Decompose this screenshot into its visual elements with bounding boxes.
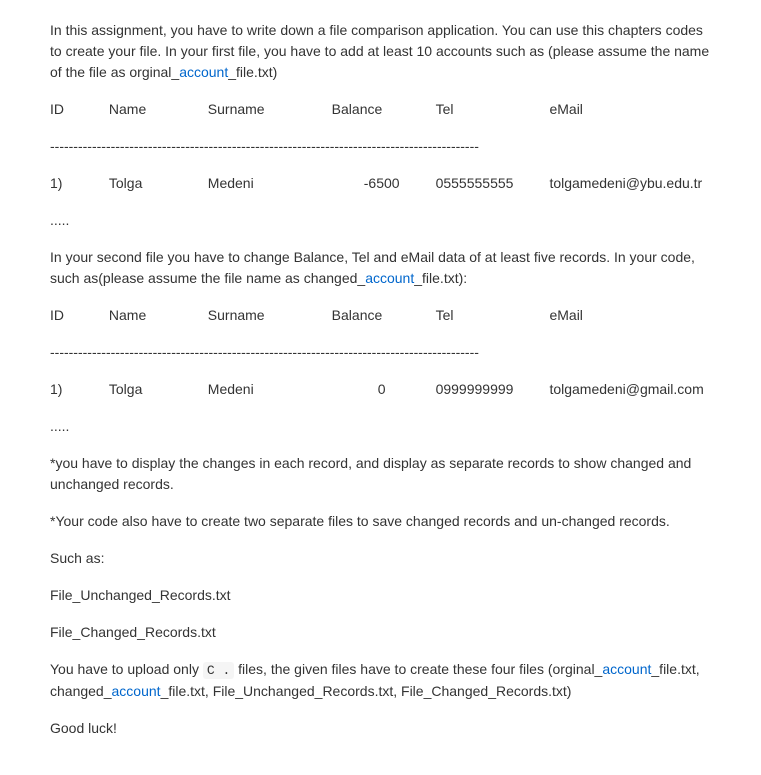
- record1-id: 1): [50, 173, 105, 194]
- divider-1: ----------------------------------------…: [50, 136, 711, 157]
- account-link-3[interactable]: account: [602, 661, 651, 677]
- note-1: *you have to display the changes in each…: [50, 453, 711, 495]
- header2-balance: Balance: [332, 305, 432, 326]
- header-email: eMail: [549, 99, 582, 120]
- account-link-4[interactable]: account: [112, 683, 161, 699]
- intro-paragraph: In this assignment, you have to write do…: [50, 20, 711, 83]
- record2-tel: 0999999999: [436, 379, 546, 400]
- file-unchanged-name: File_Unchanged_Records.txt: [50, 585, 711, 606]
- record1-name: Tolga: [109, 173, 204, 194]
- header-tel: Tel: [436, 99, 546, 120]
- record-1-row: 1) Tolga Medeni -6500 0555555555 tolgame…: [50, 173, 711, 194]
- file-changed-name: File_Changed_Records.txt: [50, 622, 711, 643]
- record2-id: 1): [50, 379, 105, 400]
- assignment-document: In this assignment, you have to write do…: [0, 0, 761, 775]
- upload-text-1: You have to upload only: [50, 661, 203, 677]
- record-2-row: 1) Tolga Medeni 0 0999999999 tolgamedeni…: [50, 379, 711, 400]
- account-link-1[interactable]: account: [179, 64, 228, 80]
- upload-text-2: files, the given files have to create th…: [234, 661, 602, 677]
- record2-surname: Medeni: [208, 379, 328, 400]
- intro-text-2: _file.txt): [228, 64, 277, 80]
- record1-tel: 0555555555: [436, 173, 546, 194]
- record2-balance: 0: [332, 379, 432, 400]
- table-header-2: ID Name Surname Balance Tel eMail: [50, 305, 711, 326]
- record1-balance: -6500: [332, 173, 432, 194]
- upload-text-4: _file.txt, File_Unchanged_Records.txt, F…: [161, 683, 572, 699]
- header2-id: ID: [50, 305, 105, 326]
- header2-surname: Surname: [208, 305, 328, 326]
- header-surname: Surname: [208, 99, 328, 120]
- header2-tel: Tel: [436, 305, 546, 326]
- header-id: ID: [50, 99, 105, 120]
- record2-email: tolgamedeni@gmail.com: [549, 379, 703, 400]
- note-2: *Your code also have to create two separ…: [50, 511, 711, 532]
- header-balance: Balance: [332, 99, 432, 120]
- second-intro-text-2: _file.txt):: [414, 270, 467, 286]
- intro-text-1: In this assignment, you have to write do…: [50, 22, 709, 80]
- header2-name: Name: [109, 305, 204, 326]
- divider-2: ----------------------------------------…: [50, 342, 711, 363]
- ellipsis-1: .....: [50, 210, 711, 231]
- record2-name: Tolga: [109, 379, 204, 400]
- ellipsis-2: .....: [50, 416, 711, 437]
- record1-surname: Medeni: [208, 173, 328, 194]
- record1-email: tolgamedeni@ybu.edu.tr: [549, 173, 702, 194]
- header-name: Name: [109, 99, 204, 120]
- such-as-label: Such as:: [50, 548, 711, 569]
- upload-paragraph: You have to upload only C . files, the g…: [50, 659, 711, 702]
- header2-email: eMail: [549, 305, 582, 326]
- table-header-1: ID Name Surname Balance Tel eMail: [50, 99, 711, 120]
- second-intro-paragraph: In your second file you have to change B…: [50, 247, 711, 289]
- account-link-2[interactable]: account: [365, 270, 414, 286]
- good-luck: Good luck!: [50, 718, 711, 739]
- code-c: C .: [203, 662, 234, 679]
